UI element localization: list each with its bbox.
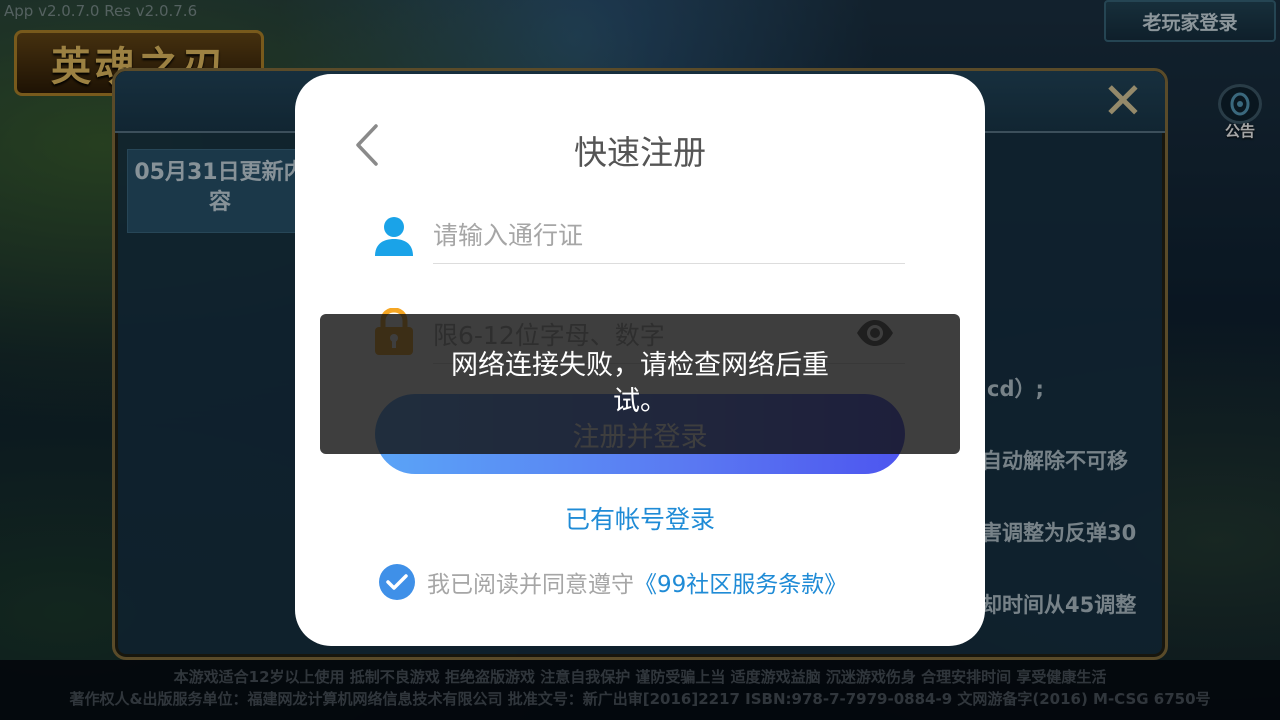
- user-icon: [375, 217, 413, 256]
- toast-message: 网络连接失败，请检查网络后重试。: [451, 350, 829, 417]
- username-underline: [433, 263, 905, 264]
- username-input[interactable]: [433, 206, 905, 264]
- existing-account-login-link[interactable]: 已有帐号登录: [295, 500, 985, 536]
- dialog-title: 快速注册: [574, 133, 706, 172]
- username-field: [373, 206, 905, 266]
- agree-text: 我已阅读并同意遵守: [427, 572, 634, 598]
- terms-agreement-row: 我已阅读并同意遵守 《99社区服务条款》: [379, 562, 847, 602]
- agree-checkbox[interactable]: [379, 564, 415, 600]
- terms-link[interactable]: 《99社区服务条款》: [634, 565, 847, 599]
- network-error-toast: 网络连接失败，请检查网络后重试。: [320, 314, 960, 454]
- check-icon: [386, 574, 408, 590]
